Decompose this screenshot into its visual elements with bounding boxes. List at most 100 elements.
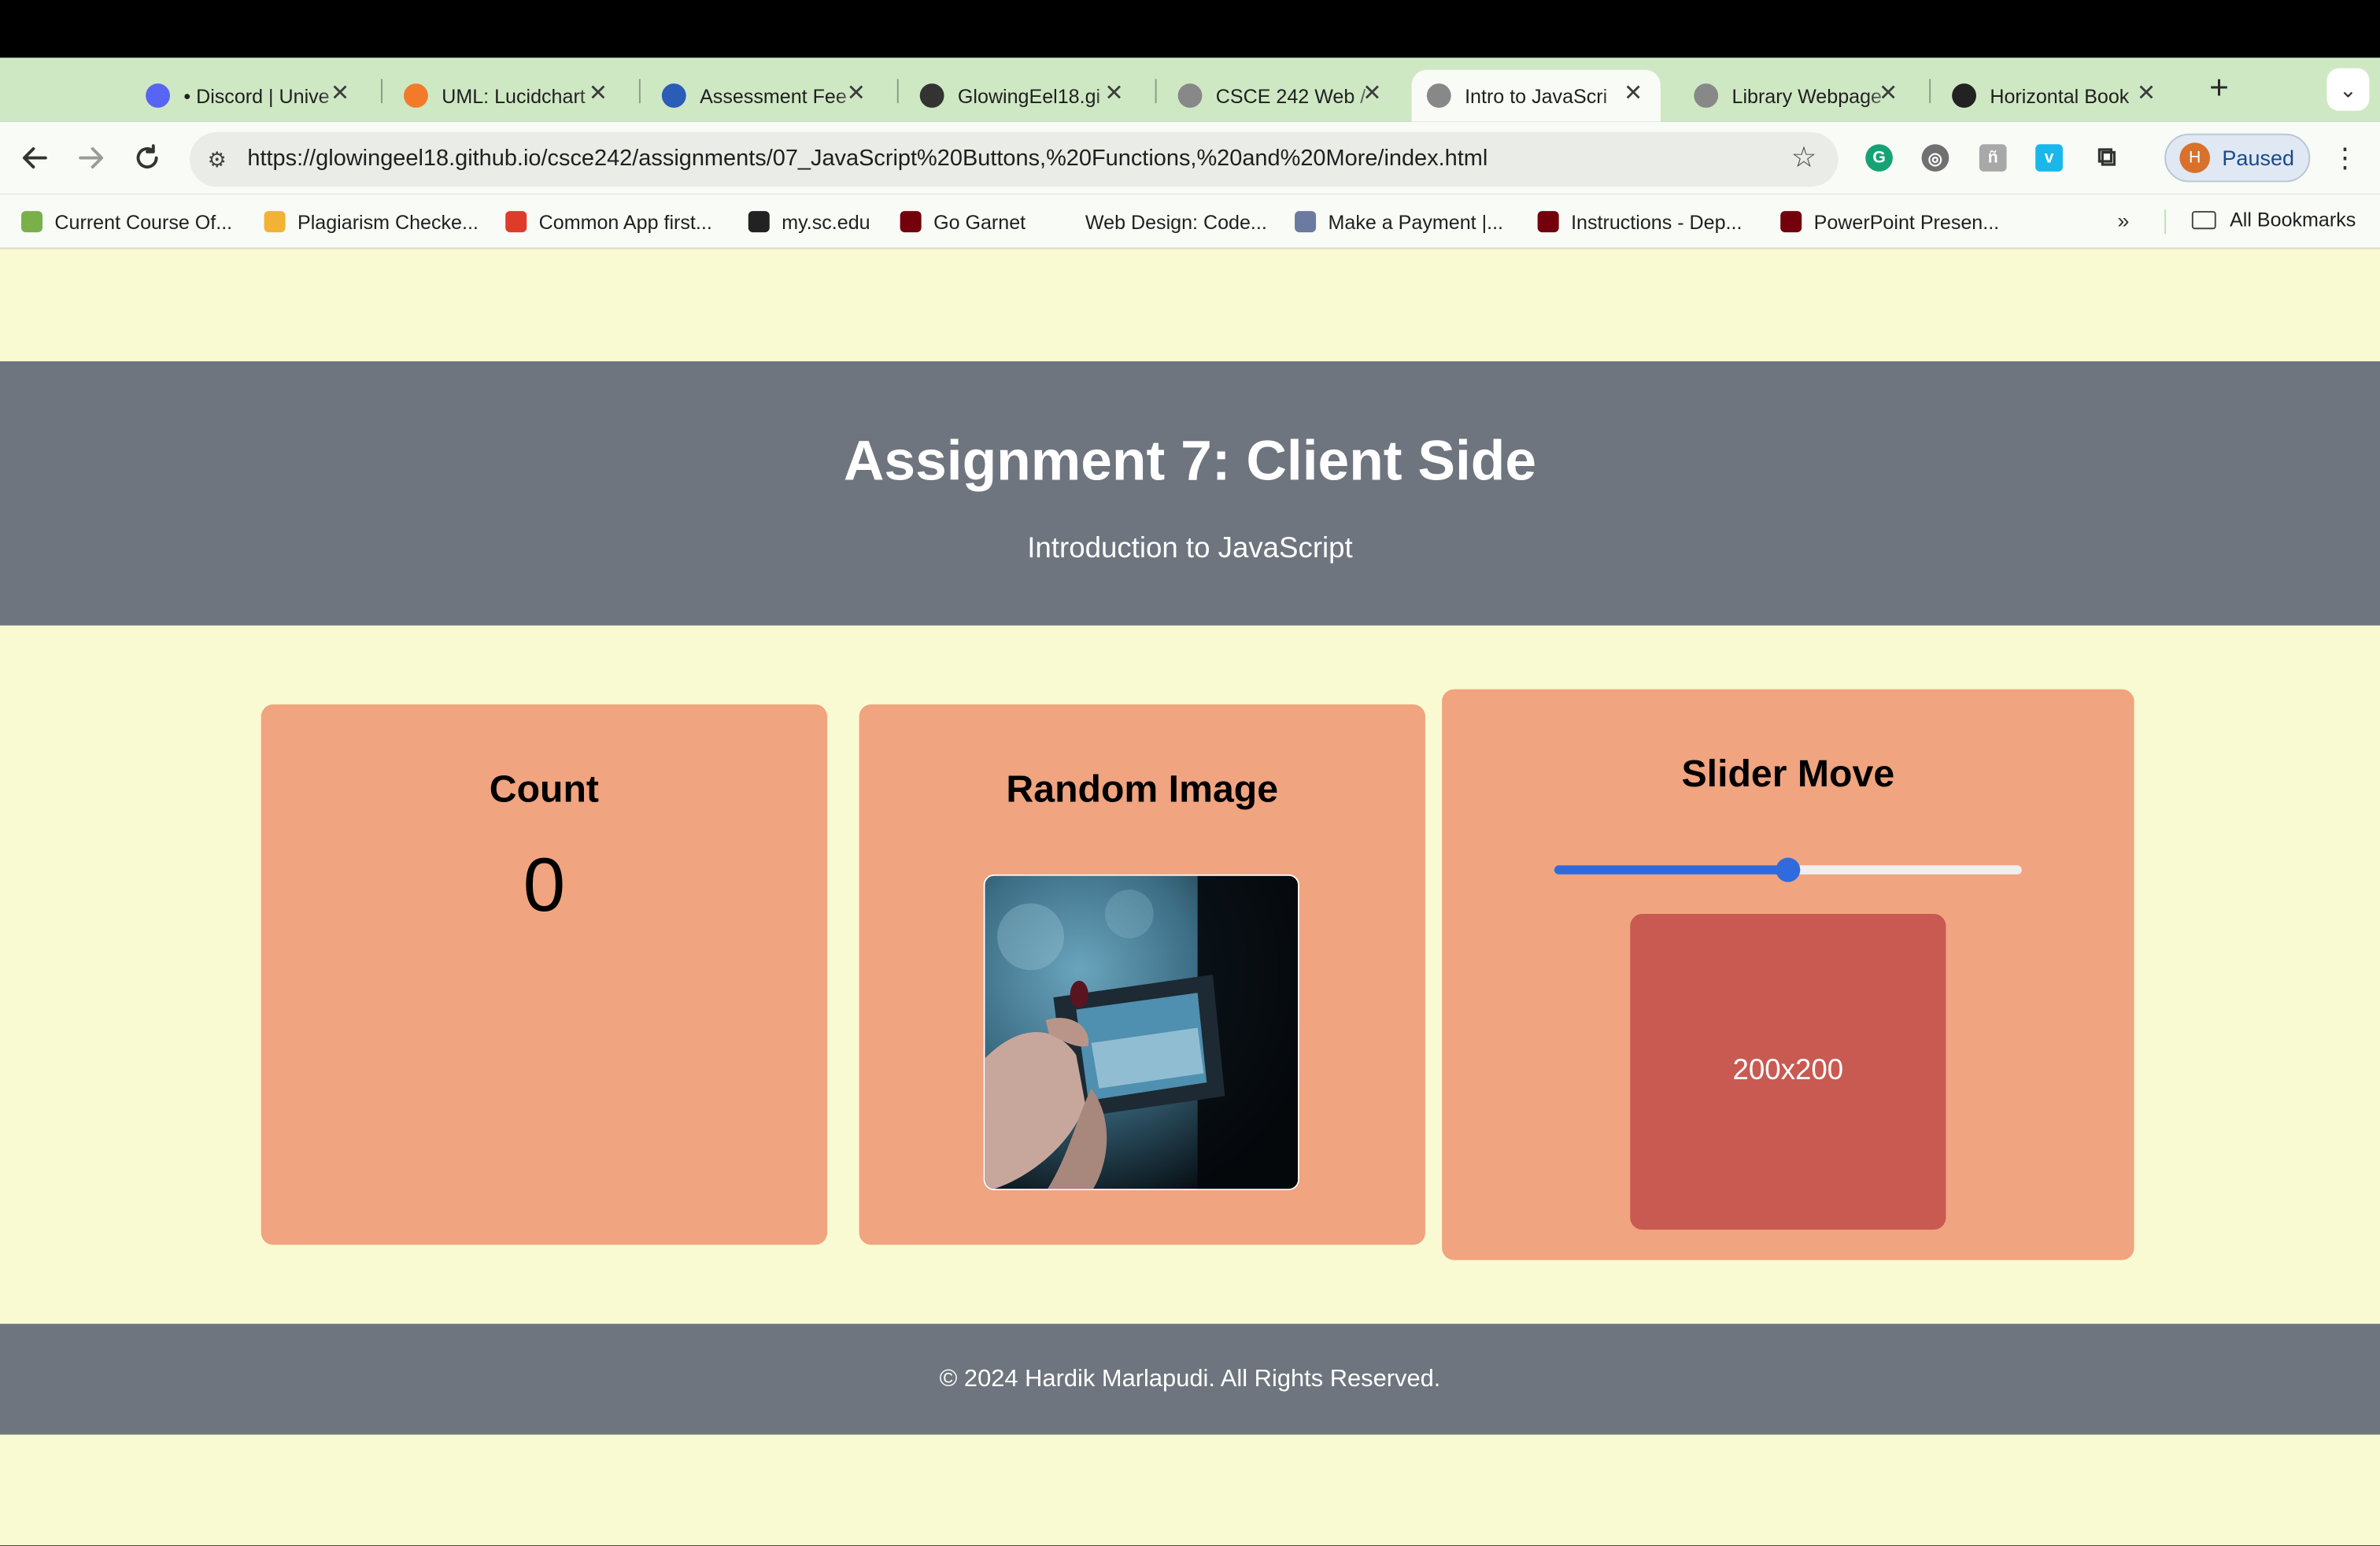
slider-thumb[interactable] [1776, 857, 1801, 882]
phone-photo-image [985, 875, 1298, 1189]
vimeo-extension-icon[interactable]: v [2035, 144, 2063, 172]
reload-button[interactable] [131, 141, 164, 174]
tab-favicon-icon [146, 83, 170, 108]
tab-favicon-icon [1426, 83, 1451, 108]
tab-3[interactable]: GlowingEel18.gi ✕ [904, 70, 1141, 122]
bookmark-favicon-icon [1051, 211, 1074, 233]
tab-title: CSCE 242 Web / [1215, 84, 1366, 107]
bookmark-favicon-icon [264, 211, 286, 233]
bookmark-label: Web Design: Code... [1085, 210, 1267, 234]
bookmark-favicon-icon [20, 211, 42, 233]
page-footer: © 2024 Hardik Marlapudi. All Rights Rese… [0, 1323, 2380, 1435]
bookmark-item[interactable]: Common App first... [505, 208, 712, 235]
bookmark-favicon-icon [748, 211, 770, 233]
tab-title: • Discord | Unive [183, 84, 330, 107]
address-bar[interactable]: ⚙ https://glowingeel18.github.io/csce242… [190, 131, 1839, 187]
tab-0[interactable]: • Discord | Unive ✕ [131, 70, 368, 122]
tab-separator [1929, 79, 1931, 104]
bookmark-label: Make a Payment |... [1328, 210, 1504, 234]
count-value: 0 [523, 842, 566, 928]
tab-1[interactable]: UML: Lucidchart ✕ [389, 70, 626, 122]
extensions-puzzle-icon[interactable]: ⧉ [2093, 142, 2120, 172]
count-heading: Count [489, 767, 600, 811]
bookmarks-divider [2164, 209, 2167, 234]
bookmark-label: Plagiarism Checke... [297, 210, 479, 234]
menu-bar [0, 0, 2380, 58]
bookmark-item[interactable]: Go Garnet [900, 208, 1026, 235]
slider-heading: Slider Move [1681, 753, 1895, 796]
browser-window: • Discord | Unive ✕ UML: Lucidchart ✕ Assess… [0, 0, 2380, 1546]
bookmark-item[interactable]: Make a Payment |... [1295, 208, 1503, 235]
tab-7[interactable]: Horizontal Book ✕ [1937, 70, 2174, 122]
tab-separator [381, 79, 382, 104]
tab-separator [638, 79, 641, 104]
tab-separator [1155, 79, 1157, 104]
tab-title: Intro to JavaScri [1465, 84, 1608, 107]
tab-search-button[interactable]: ⌄ [2326, 68, 2370, 111]
bookmark-item[interactable]: Instructions - Dep... [1537, 208, 1743, 235]
bookmark-label: Instructions - Dep... [1571, 210, 1743, 234]
tab-4[interactable]: CSCE 242 Web / ✕ [1162, 70, 1399, 122]
close-icon[interactable]: ✕ [1876, 81, 1901, 106]
tab-6[interactable]: Library Webpage ✕ [1679, 70, 1916, 122]
tab-favicon-icon [403, 83, 428, 108]
extension-icon-2[interactable]: ñ [1979, 144, 2007, 172]
all-bookmarks-button[interactable]: All Bookmarks [2191, 208, 2356, 231]
close-icon[interactable]: ✕ [1102, 81, 1126, 106]
bookmark-star-icon[interactable]: ☆ [1791, 141, 1817, 176]
browser-menu-icon[interactable]: ⋮ [2331, 141, 2359, 174]
tab-favicon-icon [1694, 83, 1719, 108]
close-icon[interactable]: ✕ [586, 81, 610, 106]
profile-button[interactable]: H Paused [2164, 133, 2311, 183]
bookmark-label: my.sc.edu [782, 210, 870, 234]
tab-favicon-icon [1177, 83, 1203, 108]
bookmark-favicon-icon [1295, 211, 1317, 233]
close-icon[interactable]: ✕ [844, 81, 868, 106]
bookmark-favicon-icon [505, 211, 527, 233]
footer-copyright: © 2024 Hardik Marlapudi. All Rights Rese… [939, 1366, 1441, 1393]
back-icon [22, 147, 47, 169]
resizable-square: 200x200 [1630, 913, 1946, 1230]
bookmark-item[interactable]: Plagiarism Checke... [264, 208, 479, 235]
tab-favicon-icon [1952, 83, 1976, 108]
bookmark-item[interactable]: PowerPoint Presen... [1780, 208, 1999, 235]
tab-title: Horizontal Book [1990, 84, 2130, 107]
close-icon[interactable]: ✕ [2134, 81, 2159, 106]
bookmark-favicon-icon [1537, 211, 1559, 233]
tab-separator [896, 79, 899, 104]
new-tab-button[interactable]: + [2201, 71, 2237, 108]
slider-fill [1554, 865, 1788, 875]
close-icon[interactable]: ✕ [1360, 81, 1384, 106]
extension-icon[interactable]: ◎ [1921, 144, 1949, 172]
size-slider[interactable] [1554, 856, 2022, 884]
tab-5[interactable]: Intro to JavaScri ✕ [1411, 69, 1661, 122]
tab-favicon-icon [919, 83, 944, 108]
page-header: Assignment 7: Client Side Introduction t… [0, 361, 2380, 626]
back-button[interactable] [18, 141, 51, 174]
grammarly-extension-icon[interactable]: G [1865, 144, 1893, 172]
forward-button[interactable] [74, 141, 107, 174]
close-icon[interactable]: ✕ [1621, 81, 1646, 106]
random-image-card: Random Image [859, 704, 1425, 1245]
bookmark-favicon-icon [1780, 211, 1802, 233]
page-content: Assignment 7: Client Side Introduction t… [0, 249, 2380, 1546]
bookmark-label: Current Course Of... [54, 210, 233, 234]
profile-status: Paused [2222, 146, 2295, 170]
close-icon[interactable]: ✕ [328, 81, 353, 106]
tab-title: Assessment Fee [700, 84, 847, 107]
bookmarks-overflow-button[interactable]: » [2117, 208, 2129, 232]
count-card[interactable]: Count 0 [261, 704, 828, 1245]
bookmark-item[interactable]: Current Course Of... [20, 208, 233, 235]
tab-favicon-icon [661, 83, 686, 108]
folder-icon [2191, 210, 2216, 229]
tab-title: UML: Lucidchart [442, 84, 586, 107]
random-image[interactable] [983, 874, 1299, 1190]
tab-2[interactable]: Assessment Fee ✕ [647, 70, 884, 122]
bookmark-favicon-icon [900, 211, 922, 233]
site-info-icon[interactable]: ⚙ [201, 144, 232, 175]
bookmark-item[interactable]: my.sc.edu [748, 208, 870, 235]
bookmark-item[interactable]: Web Design: Code... [1051, 208, 1267, 235]
url-text[interactable]: https://glowingeel18.github.io/csce242/a… [247, 146, 1488, 172]
bookmark-label: Go Garnet [933, 210, 1026, 234]
avatar: H [2179, 142, 2210, 173]
